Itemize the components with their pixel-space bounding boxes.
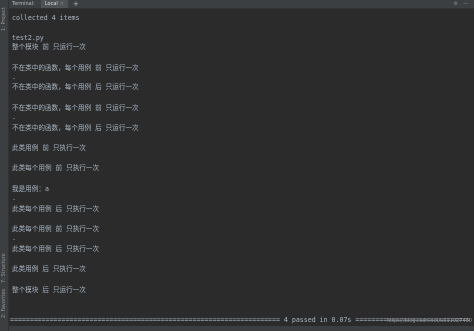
terminal-line: 不在类中的函数，每个用例 前 只运行一次	[12, 64, 139, 72]
watermark-text: https://blog.csdn.net/u011927480	[386, 318, 472, 324]
terminal-line: .	[12, 234, 16, 242]
terminal-tab-bar: Terminal: Local × + ⚙ —	[9, 0, 474, 9]
project-tool-tab[interactable]: 1: Project	[0, 2, 8, 36]
terminal-label: Terminal:	[12, 1, 35, 7]
tab-local[interactable]: Local ×	[40, 0, 68, 8]
terminal-line: 此类每个用例 前 只执行一次	[12, 225, 100, 233]
terminal-line: 此类每个用例 后 只执行一次	[12, 245, 100, 253]
add-icon[interactable]: +	[73, 0, 79, 8]
terminal-line: .	[12, 113, 16, 121]
pycharm-terminal-window: 1: Project 7: Structure 2: Favorites Ter…	[0, 0, 474, 331]
close-icon[interactable]: ×	[60, 1, 64, 7]
terminal-line: test2.py	[12, 34, 44, 42]
terminal-line: 整个模块 前 只运行一次	[12, 43, 86, 51]
minimize-icon[interactable]: —	[463, 1, 468, 7]
terminal-line: 我是用例：a	[12, 185, 49, 193]
terminal-output[interactable]: collected 4 items test2.py 整个模块 前 只运行一次 …	[12, 10, 474, 331]
terminal-line: collected 4 items	[12, 14, 80, 22]
terminal-line: 此类用例 前 只执行一次	[12, 144, 86, 152]
bottom-status-strip	[9, 326, 474, 331]
left-tool-strip: 1: Project 7: Structure 2: Favorites	[0, 0, 9, 331]
terminal-line: 此类每个用例 后 只执行一次	[12, 205, 100, 213]
gear-icon[interactable]: ⚙	[454, 1, 458, 7]
tab-local-label: Local	[44, 1, 58, 7]
terminal-line: 此类每个用例 前 只执行一次	[12, 164, 100, 172]
terminal-line: 不在类中的函数，每个用例 前 只运行一次	[12, 104, 139, 112]
terminal-line: 不在类中的函数，每个用例 后 只运行一次	[12, 83, 139, 91]
terminal-line: 此类用例 后 只执行一次	[12, 265, 86, 273]
favorites-tool-tab[interactable]: 2: Favorites	[0, 288, 8, 318]
structure-tool-tab[interactable]: 7: Structure	[0, 252, 8, 284]
terminal-line: 整个模块 后 只运行一次	[12, 286, 86, 294]
terminal-line: 不在类中的函数，每个用例 后 只运行一次	[12, 124, 139, 132]
terminal-line: .	[12, 73, 16, 81]
terminal-line: .	[12, 194, 16, 202]
